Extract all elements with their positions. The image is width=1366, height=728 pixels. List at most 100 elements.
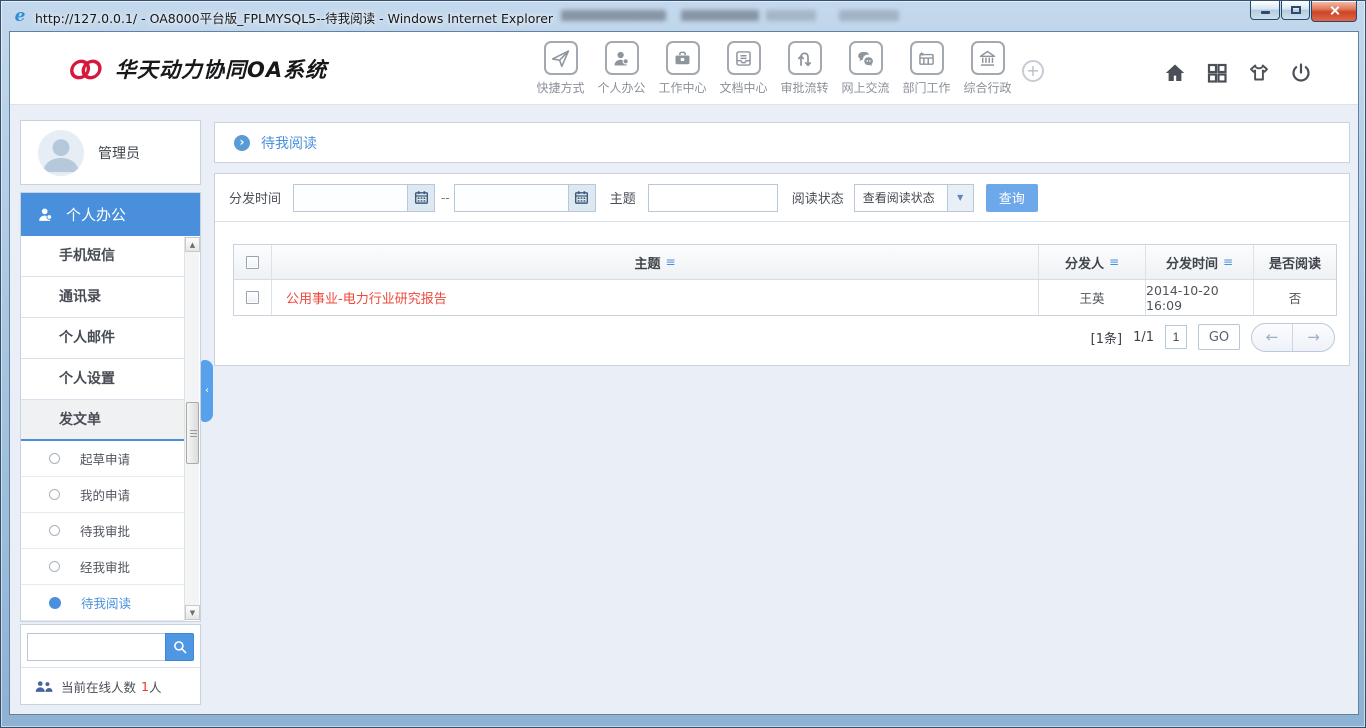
page-title: 待我阅读 [261, 133, 317, 153]
column-header-read: 是否阅读 [1254, 245, 1336, 279]
select-all-checkbox[interactable] [246, 256, 259, 269]
previous-page-icon[interactable]: ← [1252, 324, 1293, 351]
read-status-cell: 否 [1289, 288, 1302, 307]
document-subject-link[interactable]: 公用事业-电力行业研究报告 [286, 288, 447, 307]
column-header-sender[interactable]: 分发人≡ [1039, 245, 1146, 279]
nav-item-approval-flow[interactable]: 审批流转 [774, 41, 835, 96]
sidebar-subitem-to-read[interactable]: 待我阅读 [21, 585, 185, 621]
person-icon [36, 205, 55, 224]
scroll-down-icon[interactable]: ▼ [185, 605, 200, 620]
sort-icon: ≡ [1223, 255, 1233, 269]
radio-icon [49, 489, 60, 500]
sort-icon: ≡ [665, 255, 675, 269]
subject-input[interactable] [648, 184, 778, 212]
subject-label: 主题 [610, 188, 636, 207]
person-icon [605, 41, 639, 75]
sidebar-item-settings[interactable]: 个人设置 [21, 359, 185, 400]
nav-item-administration[interactable]: 综合行政 [957, 41, 1018, 96]
avatar [38, 130, 84, 176]
close-button[interactable] [1311, 1, 1357, 22]
window-title: http://127.0.0.1/ - OA8000平台版_FPLMYSQL5-… [35, 8, 553, 27]
home-icon[interactable] [1162, 60, 1188, 86]
user-card: 管理员 [20, 120, 201, 185]
page-nav-arrows: ← → [1251, 323, 1335, 352]
row-checkbox[interactable] [246, 291, 259, 304]
document-tray-icon [727, 41, 761, 75]
title-bar: e http://127.0.0.1/ - OA8000平台版_FPLMYSQL… [1, 1, 1365, 31]
nav-item-work-center[interactable]: 工作中心 [652, 41, 713, 96]
add-module-button[interactable]: + [1022, 60, 1044, 82]
section-label: 个人办公 [66, 204, 126, 225]
sender-cell: 王英 [1079, 288, 1104, 307]
sidebar-item-mail[interactable]: 个人邮件 [21, 318, 185, 359]
background-window-ghost [839, 10, 899, 21]
maximize-button[interactable] [1281, 1, 1310, 20]
power-logout-icon[interactable] [1288, 60, 1314, 86]
app-logo: 华天动力协同OA系统 [66, 54, 327, 84]
scroll-up-icon[interactable]: ▲ [185, 237, 200, 252]
department-board-icon [910, 41, 944, 75]
online-users-unit: 人 [149, 677, 162, 696]
close-icon [1329, 5, 1340, 16]
read-status-label: 阅读状态 [792, 188, 844, 207]
chat-bubbles-icon [849, 41, 883, 75]
people-icon [35, 680, 53, 693]
search-button[interactable] [165, 633, 194, 661]
scrollbar-thumb[interactable] [186, 402, 199, 464]
date-to-input[interactable] [454, 184, 568, 212]
sidebar-search-card: 当前在线人数 1 人 [20, 624, 201, 705]
radio-icon [49, 453, 60, 464]
next-page-icon[interactable]: → [1293, 324, 1334, 351]
sidebar-subitem-draft-request[interactable]: 起草申请 [21, 441, 185, 477]
infinity-logo-icon [66, 56, 106, 83]
time-cell: 2014-10-20 16:09 [1146, 283, 1253, 313]
sort-icon: ≡ [1109, 255, 1119, 269]
background-window-ghost [561, 10, 666, 21]
table-row: 公用事业-电力行业研究报告 王英 2014-10-20 16:09 否 [234, 280, 1336, 315]
sidebar-section-personal-office[interactable]: 个人办公 [21, 193, 200, 236]
sidebar-subitem-pending-approval[interactable]: 待我审批 [21, 513, 185, 549]
calendar-icon[interactable] [568, 184, 596, 212]
date-range-separator: -- [441, 191, 450, 205]
column-header-subject[interactable]: 主题≡ [272, 245, 1039, 279]
briefcase-icon [666, 41, 700, 75]
read-status-select[interactable]: 查看阅读状态 ▼ [854, 184, 974, 212]
sidebar-item-sms[interactable]: 手机短信 [21, 236, 185, 277]
nav-item-shortcuts[interactable]: 快捷方式 [530, 41, 591, 96]
app-header: 华天动力协同OA系统 快捷方式 个人办公 工作中心 [10, 32, 1358, 105]
page-number-input[interactable] [1165, 325, 1187, 349]
sidebar-scrollbar[interactable]: ▲ ▼ [184, 237, 199, 620]
nav-item-personal-office[interactable]: 个人办公 [591, 41, 652, 96]
bank-icon [971, 41, 1005, 75]
sidebar-menu: 个人办公 手机短信 通讯录 个人邮件 个人设置 发文单 起草申请 我的申请 待我… [20, 192, 201, 622]
go-button[interactable]: GO [1198, 324, 1240, 350]
window-controls [1249, 1, 1357, 22]
nav-item-document-center[interactable]: 文档中心 [713, 41, 774, 96]
main-panel: 分发时间 -- 主题 阅读状态 查看阅读 [214, 173, 1350, 366]
page-content: 华天动力协同OA系统 快捷方式 个人办公 工作中心 [9, 31, 1359, 715]
sidebar-item-contacts[interactable]: 通讯录 [21, 277, 185, 318]
nav-item-department-work[interactable]: 部门工作 [896, 41, 957, 96]
minimize-button[interactable] [1250, 1, 1280, 20]
query-button[interactable]: 查询 [986, 184, 1038, 212]
header-quick-icons [1162, 60, 1314, 86]
column-header-time[interactable]: 分发时间≡ [1146, 245, 1254, 279]
maximize-icon [1291, 6, 1301, 14]
nav-item-online-chat[interactable]: 网上交流 [835, 41, 896, 96]
calendar-icon[interactable] [407, 184, 435, 212]
read-status-value: 查看阅读状态 [855, 185, 947, 211]
online-users-count: 1 [141, 679, 149, 694]
sidebar-subitem-approved-by-me[interactable]: 经我审批 [21, 549, 185, 585]
browser-window: e http://127.0.0.1/ - OA8000平台版_FPLMYSQL… [0, 0, 1366, 728]
apps-grid-icon[interactable] [1204, 60, 1230, 86]
background-window-ghost [681, 10, 759, 21]
date-from-input[interactable] [293, 184, 407, 212]
sidebar-item-dispatch-doc[interactable]: 发文单 [21, 400, 185, 441]
sidebar-collapse-handle[interactable]: ‹ [201, 360, 213, 422]
table-header-row: 主题≡ 分发人≡ 分发时间≡ 是否阅读 [234, 245, 1336, 280]
theme-shirt-icon[interactable] [1246, 60, 1272, 86]
sidebar-subitem-my-requests[interactable]: 我的申请 [21, 477, 185, 513]
app-title: 华天动力协同OA系统 [115, 54, 327, 84]
search-input[interactable] [27, 633, 165, 661]
dispatch-time-label: 分发时间 [229, 188, 281, 207]
